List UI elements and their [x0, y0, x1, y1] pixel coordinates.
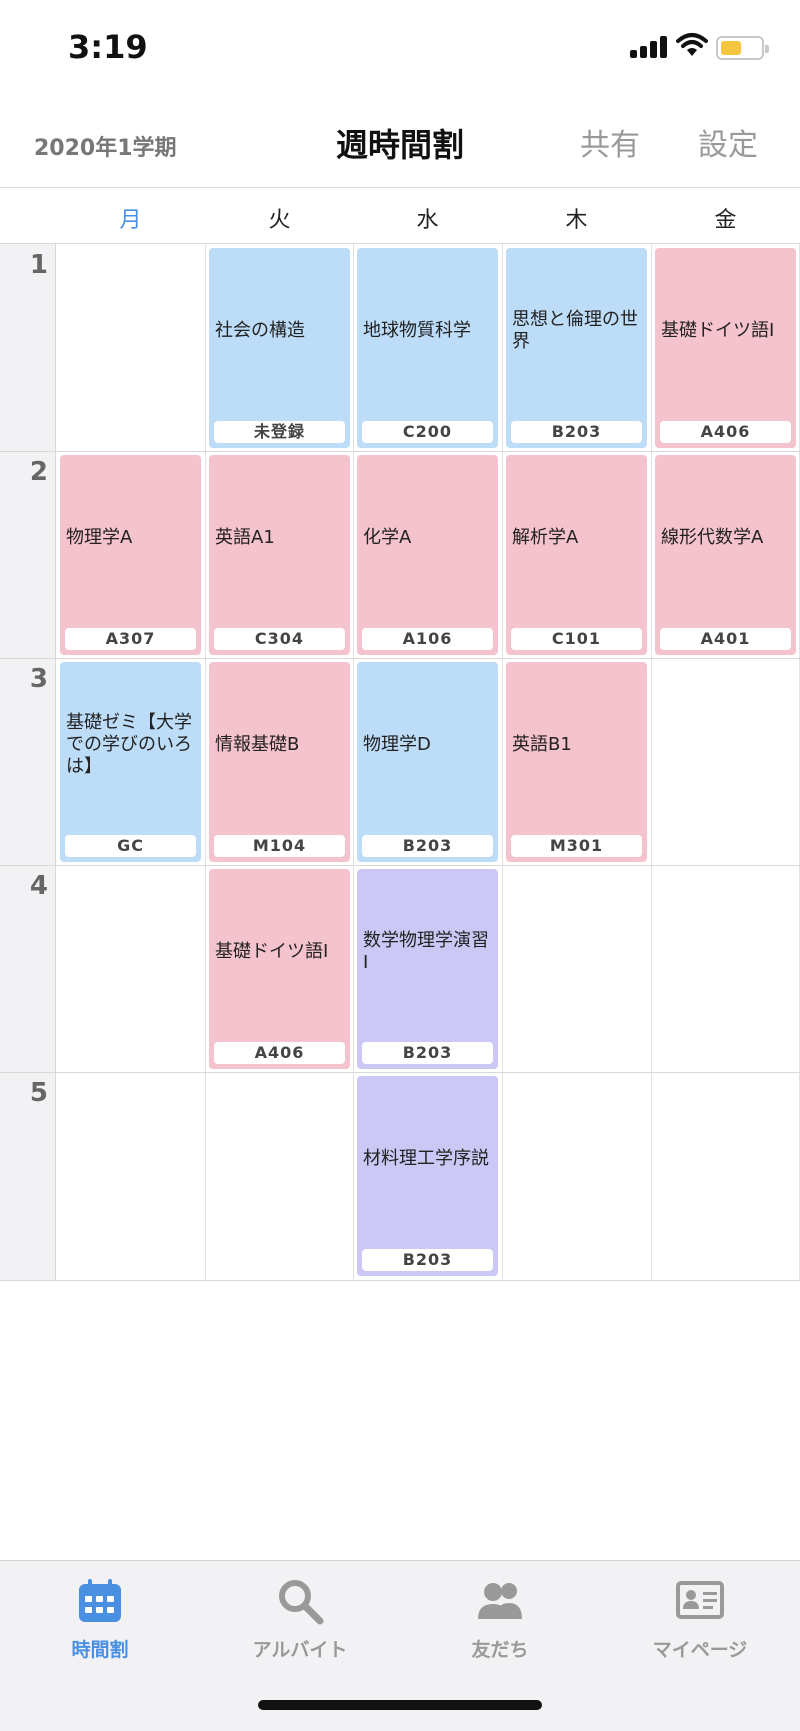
day-fri: 金	[714, 208, 737, 233]
day-wed: 水	[416, 208, 439, 233]
course-card[interactable]: 材料理工学序説 B203	[357, 1076, 498, 1276]
period-5: 5	[29, 1078, 48, 1108]
course-name: 思想と倫理の世界	[512, 309, 638, 352]
course-card[interactable]: 物理学D B203	[357, 662, 498, 862]
grid-divider	[0, 1072, 800, 1073]
day-mon: 月	[119, 208, 142, 233]
period-4: 4	[29, 871, 48, 901]
course-room: B203	[511, 421, 642, 443]
grid-divider	[0, 451, 800, 452]
tab-label: 友だち	[471, 1639, 529, 1661]
search-icon	[279, 1580, 324, 1625]
course-name: 材料理工学序説	[363, 1148, 489, 1169]
day-thu: 木	[565, 208, 588, 233]
course-card[interactable]: 基礎ドイツ語I A406	[655, 248, 796, 448]
course-card[interactable]: 地球物質科学 C200	[357, 248, 498, 448]
course-card[interactable]: 数学物理学演習I B203	[357, 869, 498, 1069]
course-room: M301	[511, 835, 642, 857]
tab-label: 時間割	[71, 1639, 129, 1661]
course-name: 基礎ドイツ語I	[215, 941, 329, 962]
course-card[interactable]: 基礎ドイツ語I A406	[209, 869, 350, 1069]
share-button[interactable]: 共有	[580, 120, 640, 164]
battery-icon	[716, 36, 769, 60]
course-room: 未登録	[214, 421, 345, 443]
grid-divider	[0, 658, 800, 659]
grid-divider	[353, 244, 354, 1281]
header: 2020年1学期 週時間割 共有 設定	[0, 96, 800, 188]
course-name: 社会の構造	[215, 320, 305, 341]
course-card[interactable]: 基礎ゼミ【大学での学びのいろは】 GC	[60, 662, 201, 862]
course-room: B203	[362, 1249, 493, 1271]
grid-divider	[651, 244, 652, 1281]
course-room: C200	[362, 421, 493, 443]
course-room: A106	[362, 628, 493, 650]
wifi-icon	[676, 33, 708, 56]
course-card[interactable]: 化学A A106	[357, 455, 498, 655]
period-1: 1	[29, 250, 48, 280]
course-name: 物理学D	[363, 734, 431, 755]
course-card[interactable]: 情報基礎B M104	[209, 662, 350, 862]
course-room: B203	[362, 835, 493, 857]
tab-part-time[interactable]: アルバイト	[200, 1577, 400, 1662]
day-header-row: 月 火 水 木 金	[0, 188, 800, 244]
grid-divider	[0, 865, 800, 866]
course-name: 基礎ドイツ語I	[661, 320, 775, 341]
status-bar: 3:19	[0, 0, 800, 96]
course-name: 英語A1	[215, 527, 275, 548]
course-name: 基礎ゼミ【大学での学びのいろは】	[66, 712, 192, 777]
tab-label: アルバイト	[252, 1639, 348, 1661]
course-card[interactable]: 思想と倫理の世界 B203	[506, 248, 647, 448]
id-card-icon	[676, 1581, 724, 1619]
course-name: 線形代数学A	[661, 527, 764, 548]
course-name: 物理学A	[66, 527, 133, 548]
course-name: 解析学A	[512, 527, 579, 548]
course-card[interactable]: 解析学A C101	[506, 455, 647, 655]
timetable-grid: 1 2 3 4 5 社会の構造 未登録 地球物質科学 C200 思想と倫理の世界…	[0, 244, 800, 1281]
course-card[interactable]: 英語A1 C304	[209, 455, 350, 655]
grid-divider	[502, 244, 503, 1281]
course-card[interactable]: 物理学A A307	[60, 455, 201, 655]
course-room: C101	[511, 628, 642, 650]
course-card[interactable]: 社会の構造 未登録	[209, 248, 350, 448]
period-column: 1 2 3 4 5	[0, 244, 56, 1281]
course-room: M104	[214, 835, 345, 857]
tab-label: マイページ	[652, 1639, 748, 1661]
grid-divider	[0, 1280, 800, 1281]
signal-icon	[630, 36, 668, 58]
course-card[interactable]: 英語B1 M301	[506, 662, 647, 862]
course-name: 情報基礎B	[215, 734, 300, 755]
course-name: 化学A	[363, 527, 412, 548]
course-card[interactable]: 線形代数学A A401	[655, 455, 796, 655]
day-tue: 火	[268, 208, 291, 233]
course-name: 英語B1	[512, 734, 572, 755]
course-room: A401	[660, 628, 791, 650]
settings-button[interactable]: 設定	[698, 120, 758, 164]
period-3: 3	[29, 664, 48, 694]
tab-mypage[interactable]: マイページ	[600, 1577, 800, 1662]
course-room: A406	[660, 421, 791, 443]
tab-timetable[interactable]: 時間割	[0, 1577, 200, 1662]
home-indicator	[258, 1700, 542, 1710]
course-room: GC	[65, 835, 196, 857]
period-2: 2	[29, 457, 48, 487]
calendar-icon	[79, 1579, 121, 1622]
course-room: A307	[65, 628, 196, 650]
course-room: B203	[362, 1042, 493, 1064]
course-room: C304	[214, 628, 345, 650]
grid-divider	[205, 244, 206, 1281]
status-time: 3:19	[68, 28, 148, 66]
tab-friends[interactable]: 友だち	[400, 1577, 600, 1662]
course-room: A406	[214, 1042, 345, 1064]
page-title: 週時間割	[335, 126, 464, 164]
friends-icon	[478, 1583, 522, 1619]
course-name: 地球物質科学	[363, 320, 471, 341]
course-name: 数学物理学演習I	[363, 930, 489, 973]
